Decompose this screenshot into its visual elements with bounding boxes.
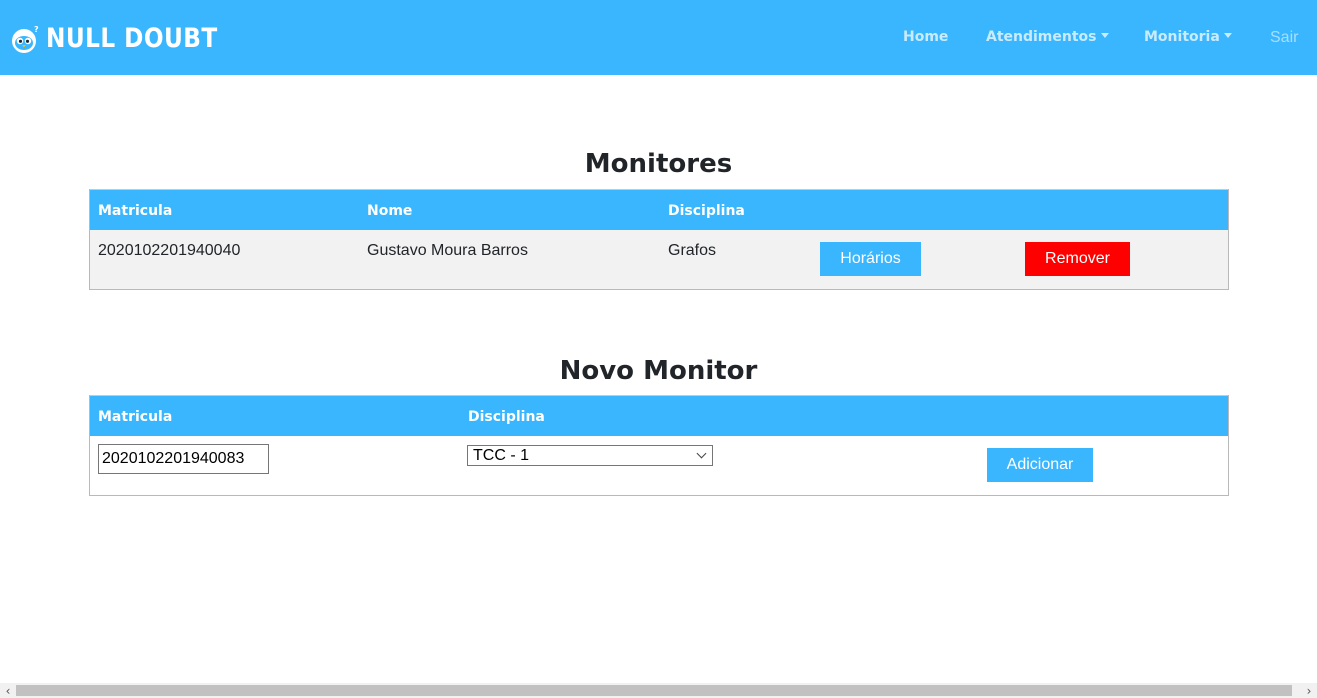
remover-button-label: Remover [1045,250,1110,267]
brand[interactable]: ? NULL DOUBT [10,21,246,57]
table-row: 2020102201940083 TCC - 1 Adicionar [90,436,1228,495]
header-matricula: Matricula [98,203,173,219]
adicionar-button-label: Adicionar [1006,456,1074,473]
header-disciplina: Disciplina [468,409,545,425]
table-row: 2020102201940040 Gustavo Moura Barros Gr… [90,230,1228,289]
disciplina-selected-value: TCC - 1 [473,446,529,464]
chevron-right-icon[interactable]: › [1301,683,1317,698]
header-nome: Nome [367,203,413,219]
table-header: Matricula Nome Disciplina [90,189,1228,230]
horizontal-scrollbar[interactable]: ‹ › [0,683,1317,698]
header-matricula: Matricula [98,409,173,425]
chevron-down-icon [696,448,707,459]
cell-nome: Gustavo Moura Barros [367,242,528,259]
caret-down-icon [1223,33,1232,38]
nav-sair[interactable]: Sair [1270,29,1298,47]
adicionar-button[interactable]: Adicionar [987,448,1093,482]
nav-home-label: Home [903,29,949,45]
nav-monitoria-dropdown[interactable]: Monitoria [1144,29,1232,45]
table-header: Matricula Disciplina [90,395,1228,436]
cell-matricula: 2020102201940040 [98,242,241,259]
nav-home[interactable]: Home [903,29,948,45]
monitores-table: Matricula Nome Disciplina 20201022019400… [89,189,1229,290]
caret-down-icon [1100,33,1109,38]
matricula-input[interactable]: 2020102201940083 [98,444,269,474]
matricula-input-value: 2020102201940083 [102,450,245,467]
monitores-title: Monitores [584,149,733,179]
nav-atendimentos-dropdown[interactable]: Atendimentos [986,29,1109,45]
navbar: ? NULL DOUBT Home Atendimentos Monitoria… [0,0,1317,75]
disciplina-select[interactable]: TCC - 1 [467,445,713,466]
scrollbar-thumb[interactable] [16,685,1292,696]
remover-button[interactable]: Remover [1025,242,1130,276]
cell-disciplina: Grafos [668,242,717,259]
novo-monitor-table: Matricula Disciplina 2020102201940083 TC… [89,395,1229,496]
horarios-button[interactable]: Horários [820,242,921,276]
penguin-logo-icon: ? [12,25,39,53]
brand-name: NULL DOUBT [46,23,218,54]
header-disciplina: Disciplina [668,203,745,219]
nav-monitoria-label: Monitoria [1144,29,1220,45]
chevron-left-icon[interactable]: ‹ [0,683,16,698]
novo-monitor-title: Novo Monitor [559,356,758,386]
nav-atendimentos-label: Atendimentos [986,29,1097,45]
svg-text:?: ? [34,25,39,34]
horarios-button-label: Horários [840,250,901,267]
nav-sair-label: Sair [1270,29,1299,46]
